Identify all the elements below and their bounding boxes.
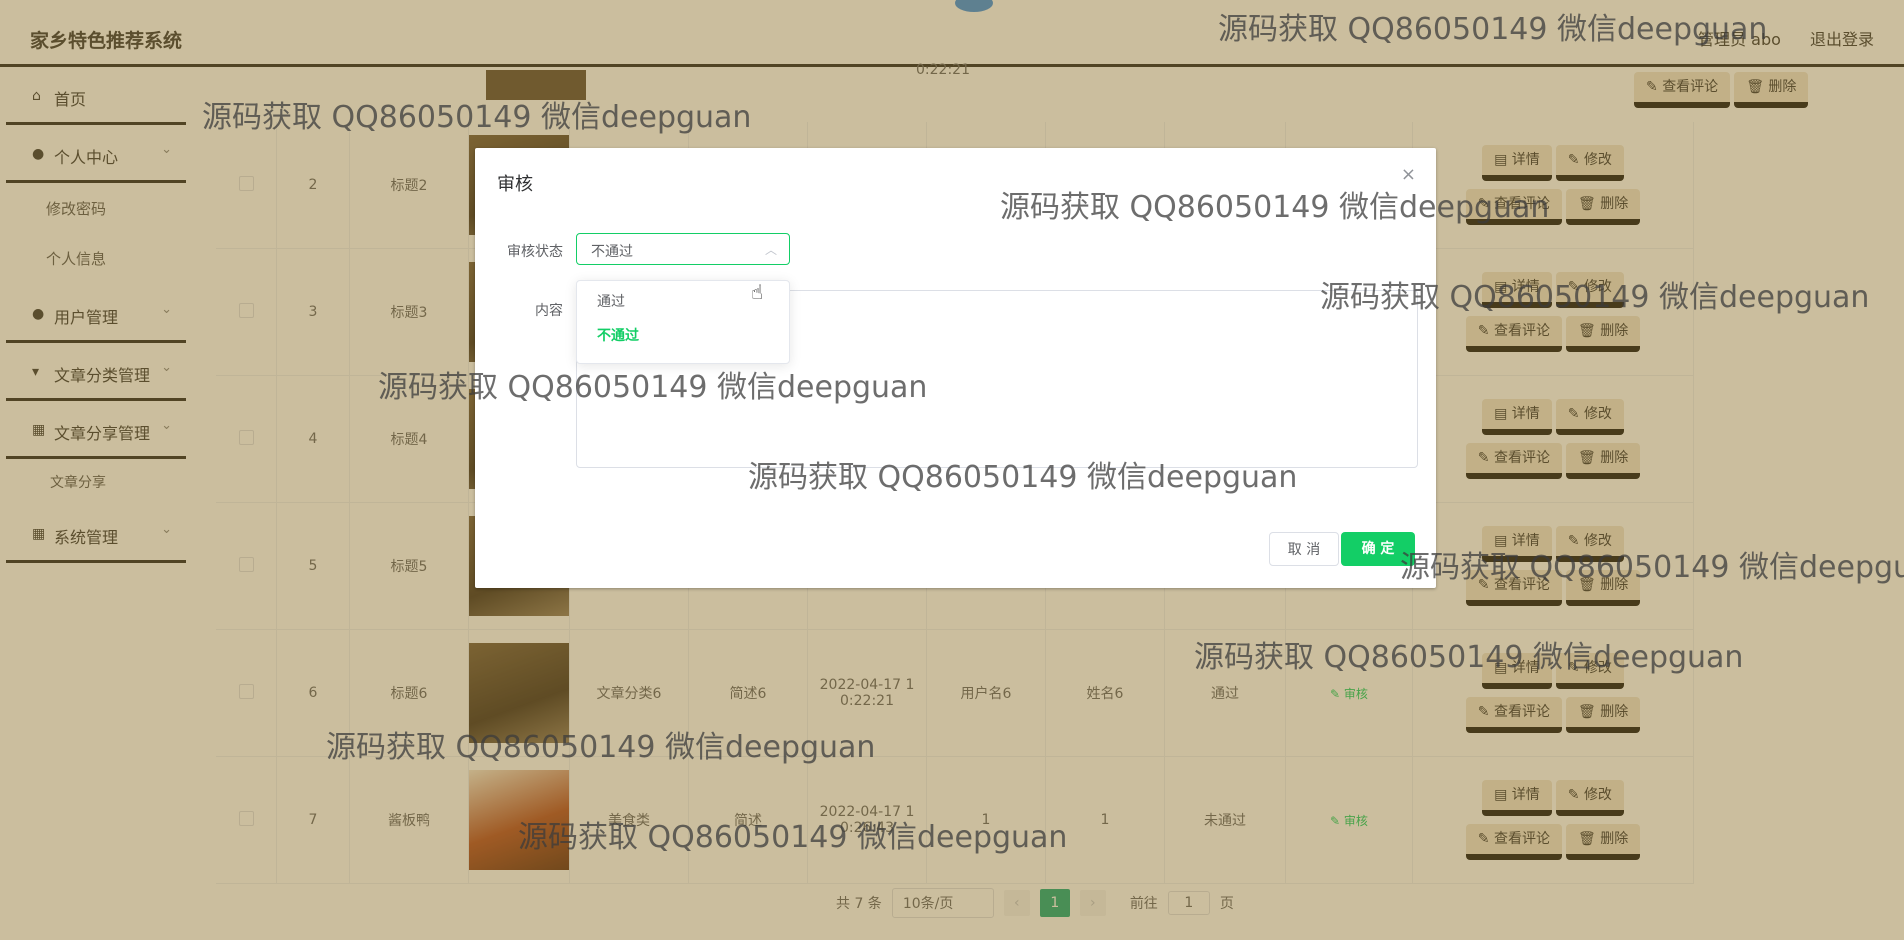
watermark: 源码获取 QQ86050149 微信deepguan: [1000, 190, 1550, 225]
chevron-up-icon: ︿: [764, 243, 777, 257]
watermark: 源码获取 QQ86050149 微信deepguan: [1194, 640, 1744, 675]
dialog-title: 审核: [497, 174, 533, 195]
status-select-value: 不通过: [591, 244, 633, 260]
watermark: 源码获取 QQ86050149 微信deepguan: [518, 820, 1068, 855]
watermark: 源码获取 QQ86050149 微信deepguan: [202, 100, 752, 135]
status-select[interactable]: 不通过 ︿: [576, 233, 790, 265]
hand-cursor-icon: ☝: [751, 280, 764, 304]
watermark: 源码获取 QQ86050149 微信deepguan: [1400, 550, 1904, 585]
watermark: 源码获取 QQ86050149 微信deepguan: [1218, 12, 1768, 47]
page: 家乡特色推荐系统 管理员 abo 退出登录 ⌂ 首页 ● 个人中心 ⌄ 修改密码…: [0, 0, 1904, 940]
watermark: 源码获取 QQ86050149 微信deepguan: [748, 460, 1298, 495]
content-label: 内容: [535, 303, 563, 319]
cancel-button[interactable]: 取 消: [1269, 532, 1339, 566]
watermark: 源码获取 QQ86050149 微信deepguan: [1320, 280, 1870, 315]
watermark: 源码获取 QQ86050149 微信deepguan: [378, 370, 928, 405]
option-fail[interactable]: 不通过: [577, 319, 789, 353]
watermark: 源码获取 QQ86050149 微信deepguan: [326, 730, 876, 765]
status-label: 审核状态: [507, 244, 563, 260]
